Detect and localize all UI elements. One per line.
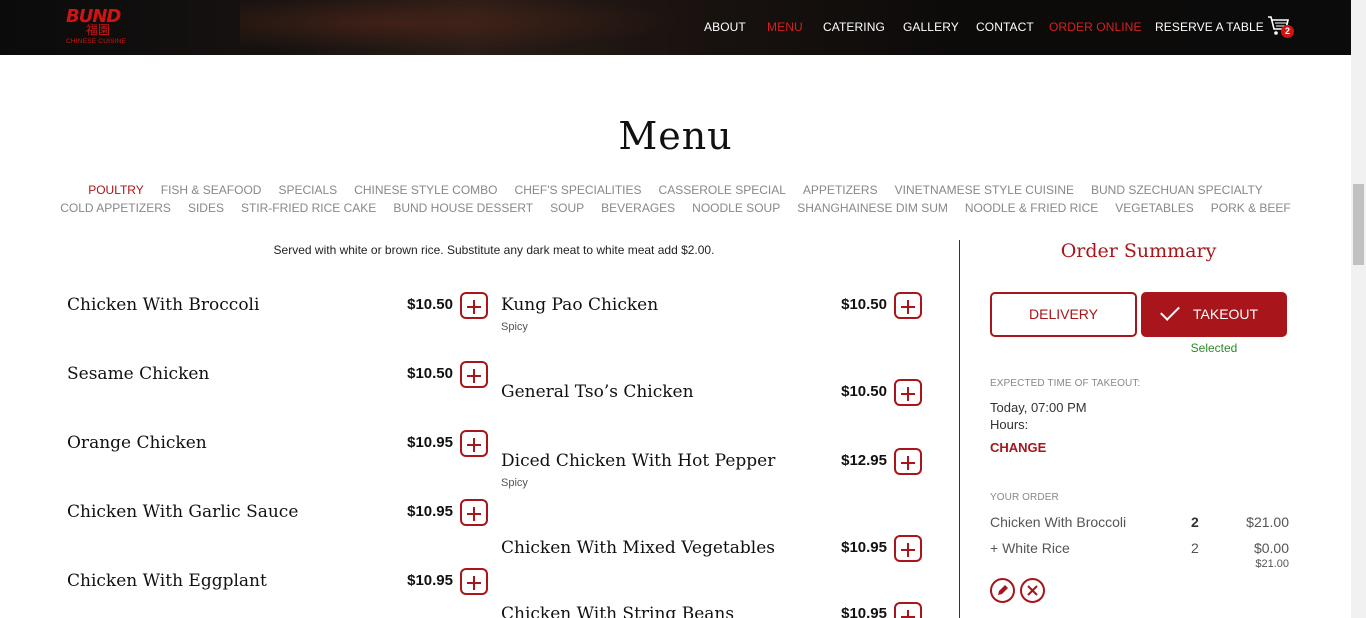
order-line-name: + White Rice: [990, 540, 1070, 556]
add-item-button[interactable]: [894, 292, 922, 319]
nav-order-online[interactable]: ORDER ONLINE: [1049, 20, 1142, 34]
menu-item-price: $10.50: [841, 296, 887, 313]
section-note: Served with white or brown rice. Substit…: [273, 243, 715, 257]
menu-item-name[interactable]: Chicken With Broccoli: [67, 295, 259, 315]
menu-item-price: $10.50: [407, 365, 453, 382]
cart-count-badge: 2: [1281, 25, 1294, 38]
add-item-button[interactable]: [894, 448, 922, 475]
menu-item-price: $10.50: [407, 296, 453, 313]
category-specials[interactable]: SPECIALS: [278, 183, 337, 197]
logo-subtitle: CHINESE CUISINE: [66, 38, 127, 45]
order-line-qty: 2: [1191, 514, 1199, 530]
category-beverages[interactable]: BEVERAGES: [601, 201, 675, 215]
order-line-price: $0.00: [1253, 540, 1289, 556]
main-nav: ABOUT MENU CATERING GALLERY CONTACT ORDE…: [0, 20, 1351, 36]
category-nav-row-2: COLD APPETIZERS SIDES STIR-FRIED RICE CAKE…: [0, 201, 1351, 215]
category-appetizers[interactable]: APPETIZERS: [803, 183, 878, 197]
category-noodle-soup[interactable]: NOODLE SOUP: [692, 201, 780, 215]
menu-item-note: Spicy: [501, 477, 528, 489]
nav-reserve-table[interactable]: RESERVE A TABLE: [1155, 20, 1264, 34]
takeout-label: TAKEOUT: [1193, 306, 1259, 322]
takeout-time-value: Today, 07:00 PM: [990, 400, 1087, 415]
category-pork-beef[interactable]: PORK & BEEF: [1211, 201, 1291, 215]
category-vietnamese-style-cuisine[interactable]: VINETNAMESE STYLE CUISINE: [895, 183, 1074, 197]
category-fish-seafood[interactable]: FISH & SEAFOOD: [161, 183, 262, 197]
cart-button[interactable]: 2: [1267, 15, 1295, 39]
order-line-qty: 2: [1191, 540, 1199, 556]
takeout-time: Today, 07:00 PM Hours:: [990, 399, 1087, 433]
check-icon: [1160, 301, 1180, 321]
category-poultry[interactable]: POULTRY: [88, 183, 144, 197]
add-item-button[interactable]: [460, 499, 488, 526]
nav-about[interactable]: ABOUT: [704, 20, 746, 34]
nav-contact[interactable]: CONTACT: [976, 20, 1034, 34]
menu-item-name[interactable]: Sesame Chicken: [67, 364, 209, 384]
pencil-icon: [998, 585, 1008, 595]
add-item-button[interactable]: [460, 430, 488, 457]
menu-item-price: $10.95: [407, 503, 453, 520]
category-shanghainese-dim-sum[interactable]: SHANGHAINESE DIM SUM: [797, 201, 948, 215]
selected-status: Selected: [1190, 341, 1238, 355]
category-nav-row-1: POULTRY FISH & SEAFOOD SPECIALS CHINESE STY…: [0, 183, 1351, 197]
menu-item-price: $10.50: [841, 383, 887, 400]
category-bund-house-dessert[interactable]: BUND HOUSE DESSERT: [393, 201, 533, 215]
category-noodle-fried-rice[interactable]: NOODLE & FRIED RICE: [965, 201, 1098, 215]
add-item-button[interactable]: [460, 568, 488, 595]
order-summary-title: Order Summary: [1060, 240, 1217, 262]
menu-item-name[interactable]: Diced Chicken With Hot Pepper: [501, 451, 775, 471]
add-item-button[interactable]: [460, 292, 488, 319]
scrollbar-thumb[interactable]: [1353, 184, 1364, 265]
menu-item-price: $10.95: [407, 434, 453, 451]
page-scrollbar[interactable]: [1351, 0, 1366, 618]
category-chinese-style-combo[interactable]: CHINESE STYLE COMBO: [354, 183, 497, 197]
menu-item-name[interactable]: Orange Chicken: [67, 433, 207, 453]
category-chefs-specialities[interactable]: CHEF'S SPECIALITIES: [515, 183, 642, 197]
close-icon: [1027, 585, 1038, 596]
category-vegetables[interactable]: VEGETABLES: [1115, 201, 1193, 215]
column-divider: [959, 240, 960, 618]
expected-time-label: EXPECTED TIME OF TAKEOUT:: [990, 378, 1141, 389]
delivery-button[interactable]: DELIVERY: [990, 292, 1137, 337]
menu-item-price: $10.95: [841, 539, 887, 556]
nav-gallery[interactable]: GALLERY: [903, 20, 959, 34]
your-order-label: YOUR ORDER: [990, 492, 1059, 503]
nav-catering[interactable]: CATERING: [823, 20, 885, 34]
category-bund-szechuan-specialty[interactable]: BUND SZECHUAN SPECIALTY: [1091, 183, 1263, 197]
add-item-button[interactable]: [894, 379, 922, 406]
site-header: BUND 福園 CHINESE CUISINE ABOUT MENU CATER…: [0, 0, 1351, 55]
category-casserole-special[interactable]: CASSEROLE SPECIAL: [659, 183, 786, 197]
hours-label: Hours:: [990, 417, 1029, 432]
order-subtotal: $21.00: [1255, 558, 1289, 570]
add-item-button[interactable]: [894, 602, 922, 618]
menu-item-name[interactable]: Chicken With Garlic Sauce: [67, 502, 298, 522]
order-line-name: Chicken With Broccoli: [990, 514, 1127, 530]
nav-menu[interactable]: MENU: [767, 20, 803, 34]
category-sides[interactable]: SIDES: [188, 201, 224, 215]
menu-item-name[interactable]: Chicken With String Beans: [501, 604, 734, 618]
menu-item-price: $10.95: [407, 572, 453, 589]
menu-item-price: $12.95: [841, 452, 887, 469]
menu-item-name[interactable]: Chicken With Mixed Vegetables: [501, 538, 775, 558]
menu-item-name[interactable]: General Tso’s Chicken: [501, 382, 694, 402]
edit-order-button[interactable]: [990, 578, 1015, 603]
category-stir-fried-rice-cake[interactable]: STIR-FRIED RICE CAKE: [241, 201, 376, 215]
menu-item-note: Spicy: [501, 321, 528, 333]
page-title: Menu: [618, 114, 733, 158]
takeout-button[interactable]: TAKEOUT: [1141, 292, 1287, 337]
menu-item-name[interactable]: Kung Pao Chicken: [501, 295, 658, 315]
category-soup[interactable]: SOUP: [550, 201, 584, 215]
remove-order-button[interactable]: [1020, 578, 1045, 603]
menu-item-name[interactable]: Chicken With Eggplant: [67, 571, 267, 591]
menu-item-price: $10.95: [841, 605, 887, 618]
add-item-button[interactable]: [460, 361, 488, 388]
order-line-price: $21.00: [1246, 514, 1289, 530]
change-time-link[interactable]: CHANGE: [990, 440, 1046, 455]
add-item-button[interactable]: [894, 535, 922, 562]
category-cold-appetizers[interactable]: COLD APPETIZERS: [60, 201, 171, 215]
